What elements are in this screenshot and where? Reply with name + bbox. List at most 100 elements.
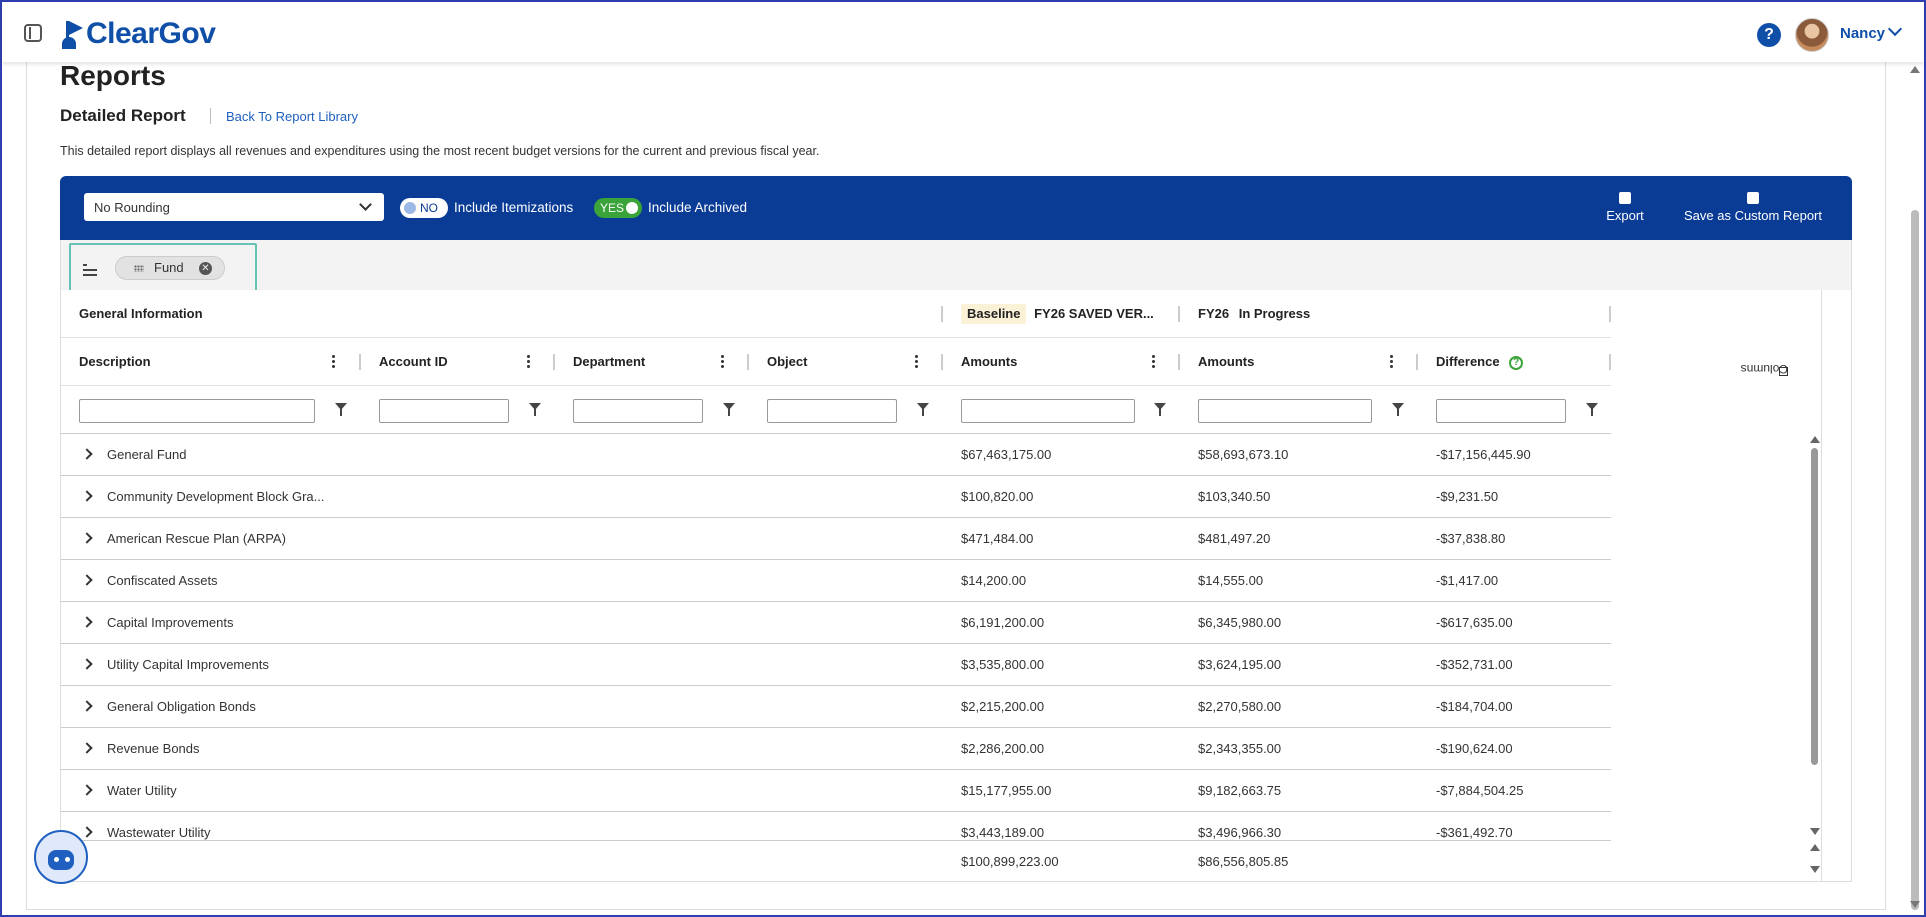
robot-eye	[54, 857, 59, 862]
table-row[interactable]: Utility Capital Improvements $3,535,800.0…	[61, 644, 1611, 686]
scroll-down-icon[interactable]	[1810, 828, 1820, 835]
table-row[interactable]: Water Utility $15,177,955.00 $9,182,663.75…	[61, 770, 1611, 812]
assistant-bot-button[interactable]	[34, 830, 88, 884]
scroll-up-icon[interactable]	[1810, 844, 1820, 851]
report-toolbar: No Rounding NO Include Itemizations YES …	[60, 176, 1852, 240]
filter-input-account-id[interactable]	[379, 399, 509, 423]
filter-icon[interactable]	[529, 403, 541, 416]
cell-difference: -$184,704.00	[1436, 699, 1513, 714]
cell-current-amount: $2,343,355.00	[1198, 741, 1282, 756]
close-icon[interactable]: ✕	[199, 262, 212, 275]
export-label: Export	[1606, 208, 1644, 223]
filter-input-baseline-amounts[interactable]	[961, 399, 1135, 423]
filter-icon[interactable]	[335, 403, 347, 416]
chevron-right-icon[interactable]	[81, 784, 93, 796]
info-icon[interactable]: ?	[1509, 355, 1524, 370]
help-icon[interactable]: ?	[1757, 23, 1781, 47]
column-header-difference[interactable]: Difference ?	[1436, 338, 1524, 386]
column-menu-icon[interactable]	[527, 355, 531, 370]
filter-input-current-amounts[interactable]	[1198, 399, 1372, 423]
filter-icon[interactable]	[1586, 403, 1598, 416]
user-name[interactable]: Nancy	[1840, 25, 1885, 42]
top-bar: ClearGov ? Nancy	[2, 2, 1924, 62]
cell-description: General Obligation Bonds	[107, 699, 256, 714]
itemizations-toggle[interactable]: NO	[400, 198, 448, 218]
grid-scrollbar[interactable]	[1809, 434, 1820, 873]
filter-input-difference[interactable]	[1436, 399, 1566, 423]
table-row[interactable]: Wastewater Utility $3,443,189.00 $3,496,96…	[61, 812, 1611, 840]
logo-text: ClearGov	[86, 17, 216, 50]
row-group-bar: Fund ✕	[60, 240, 1852, 293]
chevron-right-icon[interactable]	[81, 574, 93, 586]
filter-input-description[interactable]	[79, 399, 315, 423]
column-header-object[interactable]: Object	[767, 338, 807, 386]
chevron-right-icon[interactable]	[81, 826, 93, 838]
scroll-thumb[interactable]	[1911, 210, 1919, 910]
filter-input-object[interactable]	[767, 399, 897, 423]
archived-toggle[interactable]: YES	[594, 198, 642, 218]
chevron-right-icon[interactable]	[81, 448, 93, 460]
table-row[interactable]: Confiscated Assets $14,200.00 $14,555.00 -$…	[61, 560, 1611, 602]
table-row[interactable]: Community Development Block Gra... $100,8…	[61, 476, 1611, 518]
table-row[interactable]: Revenue Bonds $2,286,200.00 $2,343,355.00 -…	[61, 728, 1611, 770]
filter-icon[interactable]	[723, 403, 735, 416]
avatar[interactable]	[1795, 18, 1829, 52]
cell-description: Utility Capital Improvements	[107, 657, 269, 672]
cell-description: Wastewater Utility	[107, 825, 211, 840]
header-separator	[1609, 354, 1611, 370]
column-menu-icon[interactable]	[332, 355, 336, 370]
header-baseline: Baseline FY26 SAVED VER...	[961, 290, 1154, 338]
sidebar-toggle-icon[interactable]	[24, 24, 42, 42]
rounding-select[interactable]: No Rounding	[84, 193, 384, 221]
column-header-baseline-amounts[interactable]: Amounts	[961, 338, 1017, 386]
column-menu-icon[interactable]	[915, 355, 919, 370]
header-separator	[941, 306, 943, 322]
cell-baseline-amount: $14,200.00	[961, 573, 1027, 588]
filter-input-department[interactable]	[573, 399, 703, 423]
column-header-current-amounts[interactable]: Amounts	[1198, 338, 1254, 386]
table-row[interactable]: American Rescue Plan (ARPA) $471,484.00 $4…	[61, 518, 1611, 560]
cell-difference: -$352,731.00	[1436, 657, 1513, 672]
column-menu-icon[interactable]	[721, 355, 725, 370]
table-row[interactable]: Capital Improvements $6,191,200.00 $6,345,…	[61, 602, 1611, 644]
scroll-down-icon[interactable]	[1910, 901, 1920, 908]
filter-icon[interactable]	[917, 403, 929, 416]
back-to-library-link[interactable]: Back To Report Library	[226, 109, 358, 124]
chevron-right-icon[interactable]	[81, 490, 93, 502]
filter-icon[interactable]	[1392, 403, 1404, 416]
grid-scroll-thumb[interactable]	[1811, 448, 1818, 765]
header-separator	[1178, 306, 1180, 322]
cell-description: General Fund	[107, 447, 187, 462]
table-row[interactable]: General Fund $67,463,175.00 $58,693,673.10…	[61, 434, 1611, 476]
chevron-right-icon[interactable]	[81, 700, 93, 712]
chevron-right-icon[interactable]	[81, 658, 93, 670]
scroll-down-icon[interactable]	[1810, 866, 1820, 873]
chevron-right-icon[interactable]	[81, 532, 93, 544]
column-header-account-id[interactable]: Account ID	[379, 338, 448, 386]
itemizations-label: Include Itemizations	[454, 200, 574, 215]
columns-side-panel-tab[interactable]: Columns	[1741, 290, 1851, 881]
cell-baseline-amount: $15,177,955.00	[961, 783, 1052, 798]
column-header-description[interactable]: Description	[79, 338, 151, 386]
table-row[interactable]: General Obligation Bonds $2,215,200.00 $2,…	[61, 686, 1611, 728]
header-separator	[747, 354, 749, 370]
page-scrollbar[interactable]	[1908, 62, 1922, 912]
filter-icon[interactable]	[1154, 403, 1166, 416]
group-chip-fund[interactable]: Fund ✕	[115, 256, 225, 280]
column-header-department[interactable]: Department	[573, 338, 645, 386]
export-button[interactable]: Export	[1603, 192, 1647, 223]
chevron-right-icon[interactable]	[81, 742, 93, 754]
scroll-up-icon[interactable]	[1810, 436, 1820, 443]
save-label: Save as Custom Report	[1683, 208, 1822, 223]
difference-label: Difference	[1436, 354, 1500, 369]
drag-handle-icon[interactable]	[134, 265, 144, 272]
chevron-down-icon[interactable]	[1887, 21, 1903, 37]
save-custom-report-button[interactable]: Save as Custom Report	[1680, 192, 1826, 223]
column-menu-icon[interactable]	[1152, 355, 1156, 370]
column-menu-icon[interactable]	[1390, 355, 1394, 370]
cell-description: Revenue Bonds	[107, 741, 200, 756]
cell-baseline-amount: $3,443,189.00	[961, 825, 1045, 840]
scroll-up-icon[interactable]	[1910, 66, 1920, 73]
cleargov-logo[interactable]: ClearGov	[62, 16, 216, 52]
chevron-right-icon[interactable]	[81, 616, 93, 628]
